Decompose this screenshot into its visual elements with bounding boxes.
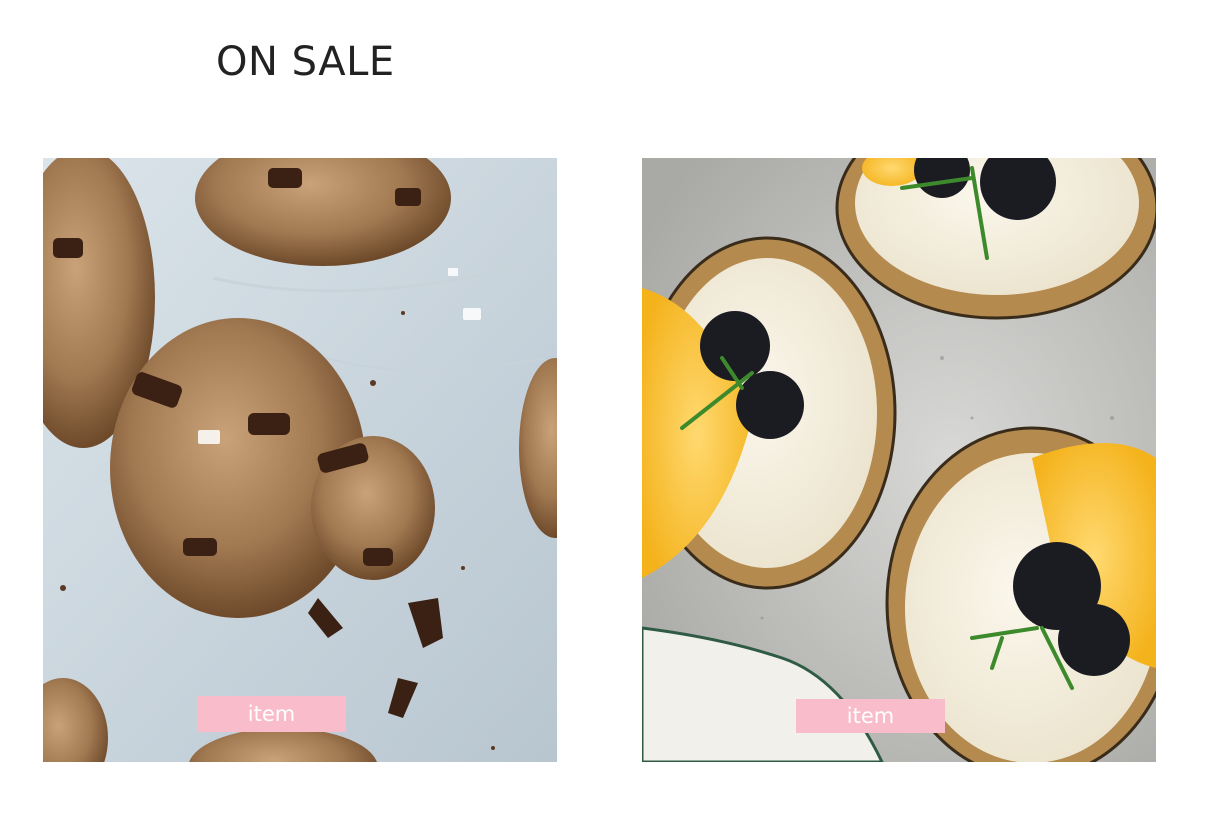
section-title: ON SALE — [216, 39, 395, 85]
item-label-tag[interactable]: item — [197, 696, 346, 732]
on-sale-section: ON SALE item item — [0, 0, 1210, 821]
product-card[interactable]: item — [642, 158, 1156, 762]
product-card[interactable]: item — [43, 158, 557, 762]
item-label-tag[interactable]: item — [796, 699, 945, 733]
product-image[interactable] — [642, 158, 1156, 762]
product-image[interactable] — [43, 158, 557, 762]
